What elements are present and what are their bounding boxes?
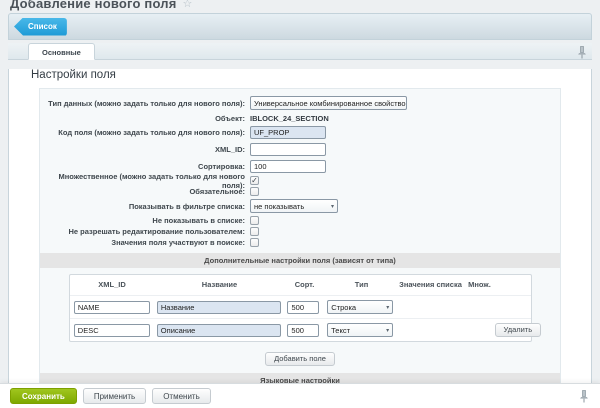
pin-icon[interactable] — [578, 46, 586, 64]
back-to-list-button[interactable]: Список — [14, 18, 67, 36]
row1-type-select[interactable]: Строка ▾ — [327, 300, 393, 314]
additional-settings-table: XML_ID Название Сорт. Тип Значения списк… — [69, 274, 532, 342]
pin-icon[interactable] — [580, 390, 588, 408]
no-user-edit-label: Не разрешать редактирование пользователе… — [40, 227, 250, 236]
row-object: Объект: IBLOCK_24_SECTION — [40, 111, 560, 125]
row-no-user-edit: Не разрешать редактирование пользователе… — [40, 227, 560, 236]
col-sort: Сорт. — [285, 280, 325, 289]
footer-button-bar: Сохранить Применить Отменить — [0, 383, 600, 408]
object-value: IBLOCK_24_SECTION — [250, 114, 329, 123]
show-in-filter-select[interactable]: не показывать ▾ — [250, 199, 338, 213]
delete-row-button[interactable]: Удалить — [495, 323, 542, 337]
xml-id-label: XML_ID: — [40, 145, 250, 154]
row-required: Обязательное: — [40, 187, 560, 196]
row1-xml-id-input[interactable] — [74, 301, 150, 314]
field-settings-panel: Тип данных (можно задать только для ново… — [39, 88, 561, 408]
row-multiple: Множественное (можно задать только для н… — [40, 176, 560, 185]
row-searchable: Значения поля участвуют в поиске: — [40, 238, 560, 247]
cancel-button[interactable]: Отменить — [152, 388, 211, 404]
additional-settings-header: Дополнительные настройки поля (зависят о… — [40, 253, 560, 268]
sort-label: Сортировка: — [40, 162, 250, 171]
row-data-type: Тип данных (можно задать только для ново… — [40, 95, 560, 111]
row2-sort-input[interactable] — [287, 324, 319, 337]
field-code-input[interactable] — [250, 126, 326, 139]
tab-main[interactable]: Основные — [28, 43, 95, 60]
chevron-down-icon: ▾ — [331, 203, 334, 210]
data-type-value: Универсальное комбинированное свойство — [254, 99, 406, 108]
show-in-filter-label: Показывать в фильтре списка: — [40, 202, 250, 211]
multiple-checkbox[interactable]: ✓ — [250, 176, 259, 185]
add-field-button[interactable]: Добавить поле — [265, 352, 335, 366]
row2-xml-id-input[interactable] — [74, 324, 150, 337]
row2-name-input[interactable] — [157, 324, 281, 337]
show-in-filter-value: не показывать — [254, 202, 304, 211]
sort-input[interactable] — [250, 160, 326, 173]
apply-button[interactable]: Применить — [83, 388, 146, 404]
form-heading: Настройки поля — [31, 69, 591, 81]
page-title: Добавление нового поля ☆ — [10, 0, 193, 11]
chevron-down-icon: ▾ — [386, 304, 389, 311]
data-type-label: Тип данных (можно задать только для ново… — [40, 99, 250, 108]
chevron-down-icon: ▾ — [386, 327, 389, 334]
data-type-select[interactable]: Универсальное комбинированное свойство▾ — [250, 96, 407, 110]
row2-type-value: Текст — [331, 326, 350, 335]
row-hide-in-list: Не показывать в списке: — [40, 216, 560, 225]
tab-bar: Основные — [8, 43, 592, 60]
row-xml-id: XML_ID: — [40, 142, 560, 156]
hide-in-list-checkbox[interactable] — [250, 216, 259, 225]
xml-id-input[interactable] — [250, 143, 326, 156]
col-multiple: Множ. — [463, 280, 497, 289]
context-toolbar: Список — [8, 13, 592, 40]
row2-type-select[interactable]: Текст ▾ — [327, 323, 393, 337]
table-row: Строка ▾ — [70, 295, 531, 318]
table-row: Текст▾ Удалить — [70, 318, 531, 341]
row1-sort-input[interactable] — [287, 301, 319, 314]
favorite-star-icon[interactable]: ☆ — [183, 0, 193, 10]
table-header-row: XML_ID Название Сорт. Тип Значения списк… — [70, 275, 531, 295]
searchable-checkbox[interactable] — [250, 238, 259, 247]
searchable-label: Значения поля участвуют в поиске: — [40, 238, 250, 247]
form-content-panel: Настройки поля Тип данных (можно задать … — [8, 69, 592, 408]
object-label: Объект: — [40, 114, 250, 123]
row1-type-value: Строка — [331, 303, 356, 312]
row1-name-input[interactable] — [157, 301, 281, 314]
page-title-text: Добавление нового поля — [10, 0, 177, 11]
col-list-values: Значения списка — [399, 280, 463, 289]
row-show-in-filter: Показывать в фильтре списка: не показыва… — [40, 198, 560, 214]
main-wrapper: Список Основные Настройки поля Тип данны… — [8, 13, 592, 408]
col-xml-id: XML_ID — [70, 280, 155, 289]
col-type: Тип — [325, 280, 399, 289]
required-checkbox[interactable] — [250, 187, 259, 196]
field-code-label: Код поля (можно задать только для нового… — [40, 128, 250, 137]
save-button[interactable]: Сохранить — [10, 388, 77, 404]
col-name: Название — [155, 280, 285, 289]
no-user-edit-checkbox[interactable] — [250, 227, 259, 236]
row-field-code: Код поля (можно задать только для нового… — [40, 125, 560, 139]
hide-in-list-label: Не показывать в списке: — [40, 216, 250, 225]
add-field-wrap: Добавить поле — [40, 348, 560, 366]
required-label: Обязательное: — [40, 187, 250, 196]
